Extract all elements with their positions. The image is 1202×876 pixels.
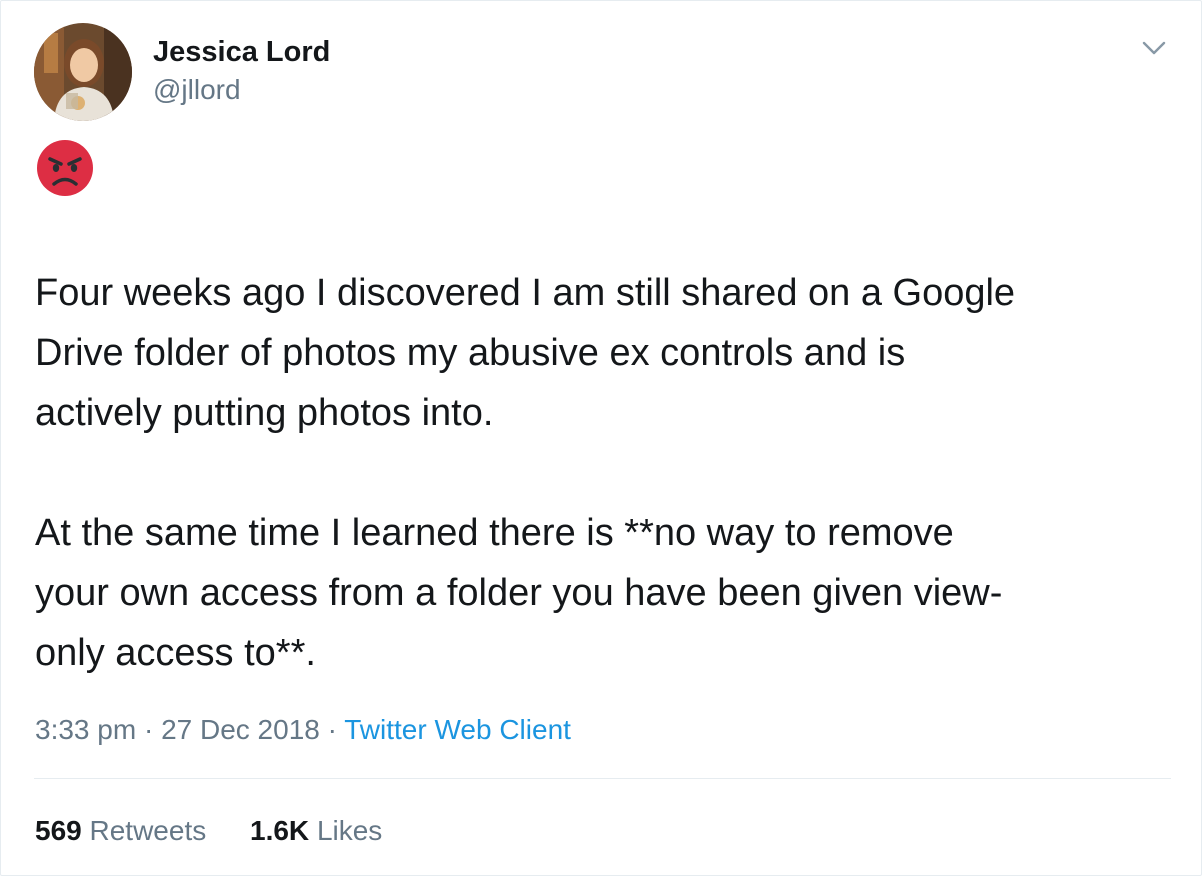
- tweet-time[interactable]: 3:33 pm: [35, 714, 136, 745]
- meta-separator: ·: [327, 714, 337, 745]
- user-display-name[interactable]: Jessica Lord: [153, 34, 330, 70]
- tweet-stats: 569 Retweets 1.6K Likes: [35, 811, 382, 851]
- likes-label: Likes: [316, 815, 383, 846]
- tweet-date[interactable]: 27 Dec 2018: [161, 714, 320, 745]
- likes-count: 1.6K: [250, 815, 310, 846]
- meta-separator: ·: [143, 714, 154, 745]
- angry-face-emoji-icon: [37, 140, 93, 196]
- tweet-client-link[interactable]: Twitter Web Client: [344, 714, 571, 745]
- user-avatar[interactable]: [34, 23, 132, 121]
- likes-stat[interactable]: 1.6K Likes: [250, 811, 382, 851]
- user-handle[interactable]: @jllord: [153, 73, 241, 107]
- tweet-meta: 3:33 pm · 27 Dec 2018 · Twitter Web Clie…: [35, 710, 571, 750]
- divider: [34, 778, 1171, 779]
- retweets-count: 569: [35, 815, 82, 846]
- retweets-stat[interactable]: 569 Retweets: [35, 811, 206, 851]
- chevron-down-icon[interactable]: [1139, 35, 1169, 63]
- profile-photo-icon: [34, 23, 132, 121]
- tweet-text: Four weeks ago I discovered I am still s…: [35, 272, 1016, 674]
- tweet-card: Jessica Lord @jllord Four weeks ago I di…: [0, 0, 1202, 876]
- retweets-label: Retweets: [89, 815, 207, 846]
